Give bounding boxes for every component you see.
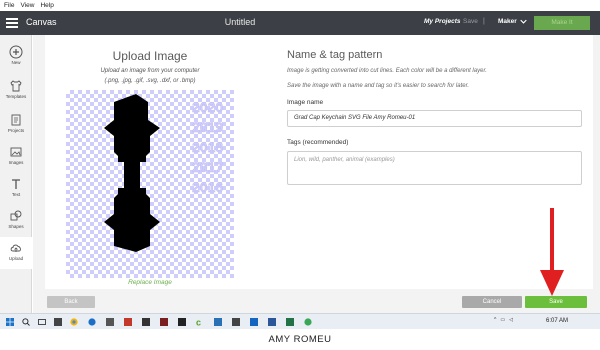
left-sidebar: New Templates Projects Images Text Shape… [0,35,32,313]
image-name-label: Image name [287,99,324,106]
make-it-button[interactable]: Make It [534,16,590,30]
sidebar-item-shapes[interactable]: Shapes [0,205,32,237]
network-icon[interactable]: ▭ [500,317,505,323]
sidebar-item-projects[interactable]: Projects [0,109,32,141]
browser-icon[interactable] [70,318,78,326]
ghost-year-text: 2019 [192,119,223,135]
sidebar-item-label: Projects [7,128,25,133]
sidebar-item-text[interactable]: Text [0,173,32,205]
red-arrow-annotation [540,208,564,296]
menu-view[interactable]: View [20,0,34,11]
cancel-button[interactable]: Cancel [462,296,522,308]
taskbar-clock[interactable]: 6:07 AM [546,318,568,324]
app-icon[interactable] [232,318,240,326]
app-menubar: File View Help [0,0,600,11]
sidebar-item-label: New [11,60,21,65]
top-header: Canvas Untitled My Projects Save | Maker… [0,11,600,35]
menu-help[interactable]: Help [40,0,53,11]
upload-panel: Upload Image Upload an image from your c… [45,35,593,289]
volume-icon[interactable]: ◁ [509,317,513,323]
chevron-up-icon[interactable]: ^ [494,317,496,323]
sidebar-item-label: Upload [8,256,24,261]
ghost-year-text: 2016 [192,179,223,195]
tags-label: Tags (recommended) [287,139,349,146]
sidebar-item-label: Images [8,160,24,165]
app-icon[interactable] [54,318,62,326]
outlook-icon[interactable] [250,318,258,326]
shirt-icon [10,80,22,92]
machine-select[interactable]: Maker [498,18,527,25]
sidebar-item-new[interactable]: New [0,41,32,73]
image-icon [10,147,22,157]
calculator-icon[interactable] [106,318,114,326]
back-button[interactable]: Back [47,296,95,308]
screen: File View Help Canvas Untitled My Projec… [0,0,600,350]
header-divider: | [483,18,485,25]
sidebar-item-label: Text [11,192,21,197]
windows-taskbar: c ^ ▭ ◁ 6:07 AM [0,313,600,329]
watermark-text: AMY ROMEU [268,334,332,345]
sidebar-item-label: Templates [5,94,27,99]
machine-select-label: Maker [498,18,517,25]
form-title: Name & tag pattern [287,49,383,61]
search-icon[interactable] [22,318,30,326]
form-description: Save the image with a name and tag so it… [287,83,470,89]
plus-icon [9,45,23,59]
text-icon [12,179,20,189]
tags-input[interactable]: Lion, wild, panther, animal (examples) [287,151,582,185]
system-tray[interactable]: ^ ▭ ◁ [494,317,513,323]
ghost-year-text: 2017 [192,159,223,175]
menu-file[interactable]: File [4,0,14,11]
excel-icon[interactable] [286,318,294,326]
svg-text:c: c [196,318,201,326]
image-preview: 2020 2019 2018 2017 2016 [66,90,234,278]
my-projects-link[interactable]: My Projects [424,18,461,25]
shapes-icon [10,210,22,221]
sidebar-item-templates[interactable]: Templates [0,75,32,107]
sidebar-item-images[interactable]: Images [0,141,32,173]
app-icon[interactable] [304,318,312,326]
ghost-year-text: 2018 [192,139,223,155]
ghost-year-text: 2020 [192,99,223,115]
upload-formats: (.png, .jpg, .gif, .svg, .dxf, or .bmp) [104,78,196,84]
form-description: Image is getting converted into cut line… [287,68,487,74]
word-icon[interactable] [268,318,276,326]
app-icon[interactable] [142,318,150,326]
document-title[interactable]: Untitled [0,17,480,27]
chevron-down-icon [520,19,527,24]
replace-image-link[interactable]: Replace Image [45,279,255,286]
app-icon[interactable] [160,318,168,326]
sidebar-item-upload[interactable]: Upload [0,237,32,269]
upload-title: Upload Image [112,49,188,63]
upload-icon [10,244,21,252]
image-name-input[interactable]: Grad Cap Keychain SVG File Amy Romeu-01 [287,110,582,127]
app-icon[interactable] [124,318,132,326]
header-save-link[interactable]: Save [463,18,478,25]
cricut-icon[interactable]: c [196,318,204,326]
task-view-icon[interactable] [38,318,46,326]
main-area: Upload Image Upload an image from your c… [33,35,600,313]
sidebar-item-label: Shapes [8,224,24,229]
grad-cap-keychain-image: 2020 2019 2018 2017 2016 [104,94,224,252]
upload-subtitle: Upload an image from your computer [100,68,200,74]
windows-start-icon[interactable] [6,318,14,326]
projects-icon [11,114,21,126]
edge-icon[interactable] [88,318,96,326]
app-icon[interactable] [178,318,186,326]
app-icon[interactable] [214,318,222,326]
